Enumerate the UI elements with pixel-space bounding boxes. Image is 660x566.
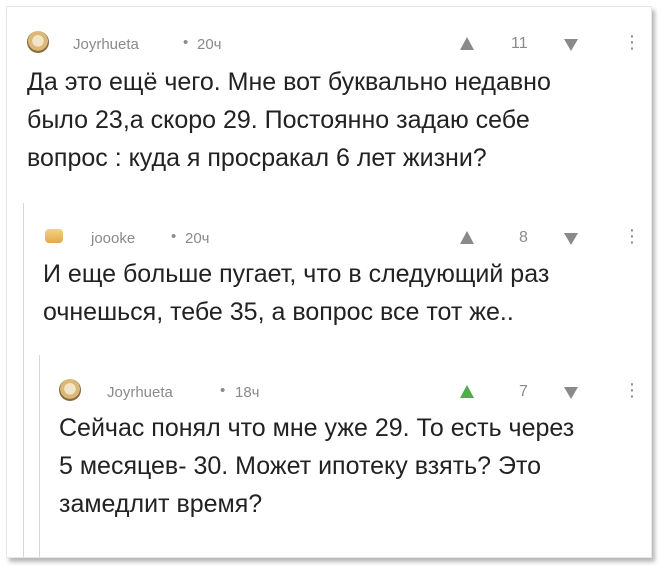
separator-dot: • <box>183 34 189 51</box>
avatar-icon[interactable] <box>27 31 49 53</box>
comment-header: Joyrhueta • 20ч 11 ⋮ <box>27 29 641 57</box>
comment-text: Да это ещё чего. Мне вот буквально недав… <box>27 68 551 172</box>
username-link[interactable]: joooke <box>91 230 135 247</box>
comment-rating: 11 <box>511 35 528 52</box>
comment-header: Joyrhueta • 18ч 7 ⋮ <box>59 377 641 405</box>
upvote-icon[interactable] <box>460 37 474 50</box>
comment-time[interactable]: 20ч <box>185 230 210 247</box>
upvote-icon[interactable] <box>460 231 474 244</box>
comment-time[interactable]: 18ч <box>235 384 260 401</box>
separator-dot: • <box>220 382 226 399</box>
comment-rating: 7 <box>519 383 528 400</box>
downvote-icon[interactable] <box>564 233 578 245</box>
comment: Joyrhueta • 18ч 7 ⋮ Сейчас понял что мне… <box>59 377 641 523</box>
comments-panel: Joyrhueta • 20ч 11 ⋮ Да это ещё чего. Мн… <box>6 6 652 558</box>
thread-line[interactable] <box>23 203 24 557</box>
comment: joooke • 20ч 8 ⋮ И еще больше пугает, чт… <box>43 223 641 331</box>
downvote-icon[interactable] <box>564 387 578 399</box>
username-link[interactable]: Joyrhueta <box>73 36 139 53</box>
more-options-icon[interactable]: ⋮ <box>623 227 641 245</box>
more-options-icon[interactable]: ⋮ <box>623 381 641 399</box>
comment-header: joooke • 20ч 8 ⋮ <box>43 223 641 251</box>
more-options-icon[interactable]: ⋮ <box>623 33 641 51</box>
comment: Joyrhueta • 20ч 11 ⋮ Да это ещё чего. Мн… <box>27 29 641 177</box>
comment-text: Сейчас понял что мне уже 29. То есть чер… <box>59 414 575 518</box>
comment-text: И еще больше пугает, что в следующий раз… <box>43 260 550 326</box>
avatar-icon[interactable] <box>59 379 81 401</box>
comment-time[interactable]: 20ч <box>197 36 222 53</box>
upvote-icon[interactable] <box>460 385 474 398</box>
username-link[interactable]: Joyrhueta <box>107 384 173 401</box>
separator-dot: • <box>171 228 177 245</box>
comment-rating: 8 <box>519 229 528 246</box>
downvote-icon[interactable] <box>564 39 578 51</box>
thread-line[interactable] <box>39 355 40 557</box>
avatar-icon[interactable] <box>45 229 63 243</box>
